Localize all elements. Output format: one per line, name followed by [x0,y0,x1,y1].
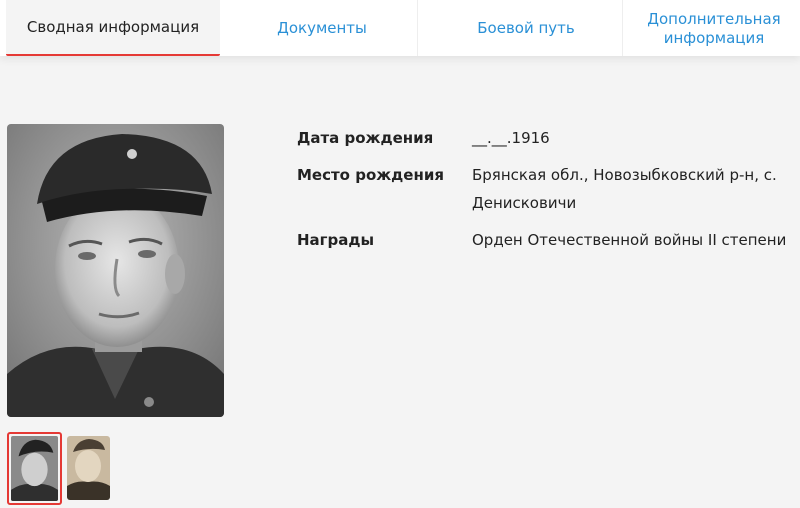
tab-summary[interactable]: Сводная информация [6,0,220,56]
info-row-birth-date: Дата рождения __.__.1916 [297,126,797,152]
info-row-birth-place: Место рождения Брянская обл., Новозыбков… [297,163,797,217]
birth-place-label: Место рождения [297,166,444,184]
tab-bar: Сводная информация Документы Боевой путь… [0,0,800,56]
tab-divider [622,0,623,56]
awards-label: Награды [297,231,375,249]
photo-thumbnail-2[interactable] [67,436,110,500]
tab-additional-info[interactable]: Дополнительная информация [628,0,800,56]
awards-value: Орден Отечественной войны II степени [472,231,787,249]
birth-date-value: __.__.1916 [472,129,550,147]
tab-divider [417,0,418,56]
tab-combat-path[interactable]: Боевой путь [424,0,628,56]
birth-place-value: Брянская обл., Новозыбковский р-н, с. Де… [472,166,777,212]
info-table: Дата рождения __.__.1916 Место рождения … [297,126,797,265]
portrait-photo-thumbnail-icon [11,436,58,501]
info-row-awards: Награды Орден Отечественной войны II сте… [297,228,797,254]
portrait-photo-icon [7,124,224,417]
main-photo[interactable] [7,124,224,417]
portrait-photo-thumbnail-icon [67,436,110,500]
photo-thumbnail-1[interactable] [7,432,62,505]
tab-documents[interactable]: Документы [220,0,424,56]
birth-date-label: Дата рождения [297,129,434,147]
